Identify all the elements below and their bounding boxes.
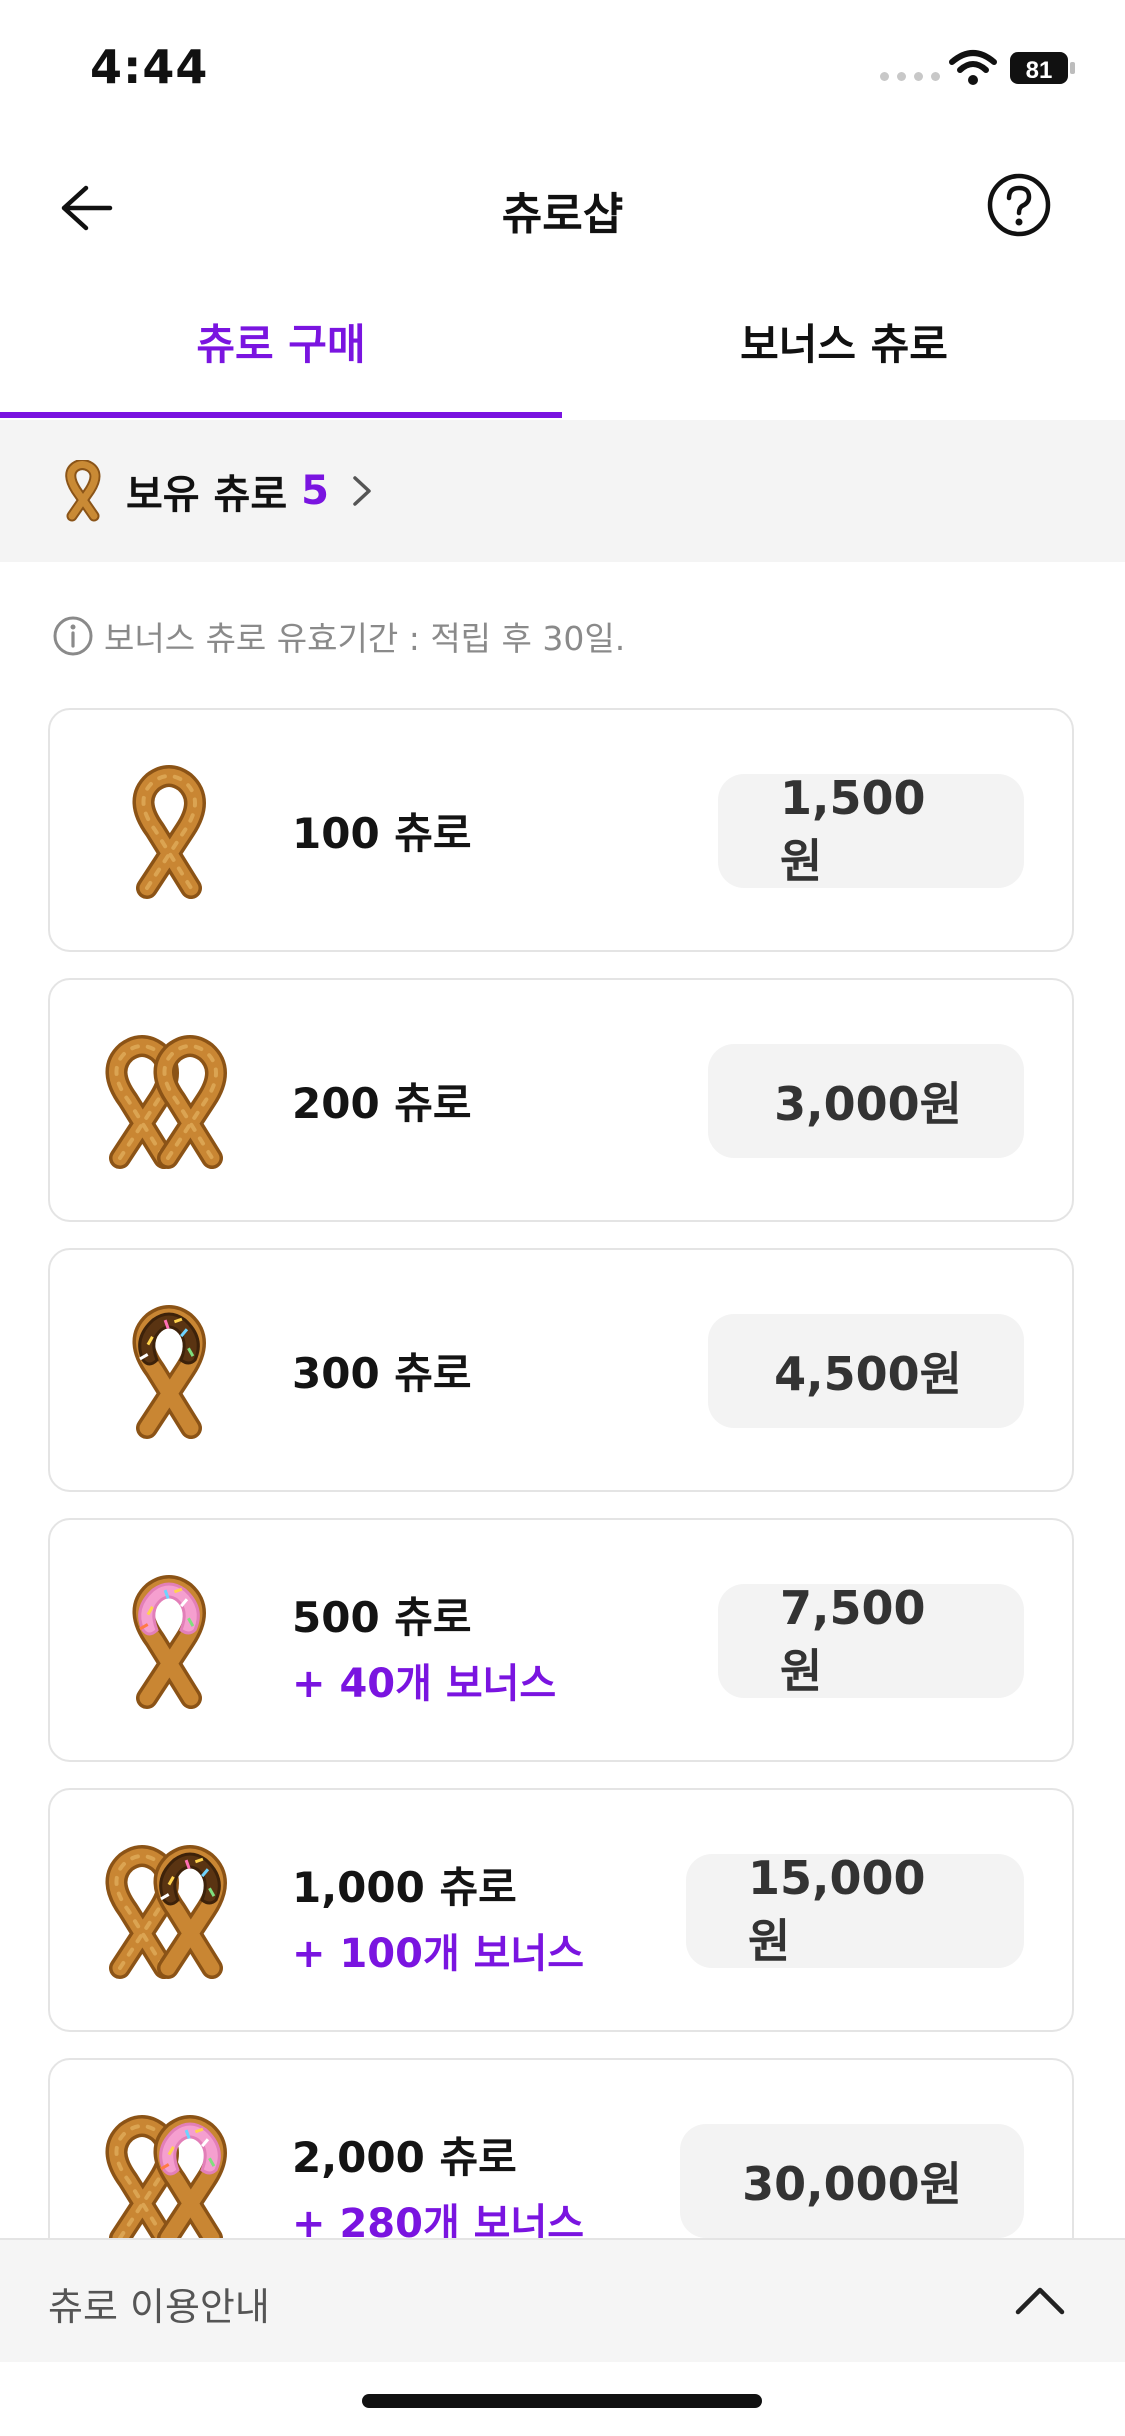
help-button[interactable] xyxy=(984,170,1054,240)
double-plain-churro-icon xyxy=(94,1028,244,1176)
product-card-500[interactable]: 500 츄로 + 40개 보너스 7,500원 xyxy=(48,1518,1074,1762)
status-bar: 4:44 81 xyxy=(0,0,1125,140)
price-button[interactable]: 4,500원 xyxy=(708,1314,1024,1428)
question-circle-icon xyxy=(987,173,1051,237)
product-card-1000[interactable]: 1,000 츄로 + 100개 보너스 15,000원 xyxy=(48,1788,1074,2032)
usage-guide-panel[interactable]: 츄로 이용안내 xyxy=(0,2238,1125,2364)
balance-link[interactable]: 보유 츄로 5 xyxy=(58,460,375,522)
battery-icon: 81 xyxy=(1010,52,1075,84)
product-amount: 1,000 츄로 xyxy=(292,1863,517,1912)
status-time: 4:44 xyxy=(90,40,209,94)
tab-purchase[interactable]: 츄로 구매 xyxy=(0,290,562,416)
page-title: 츄로샵 xyxy=(501,189,624,240)
product-card-100[interactable]: 100 츄로 1,500원 xyxy=(48,708,1074,952)
wifi-icon xyxy=(949,50,997,85)
balance-bar: 보유 츄로 5 xyxy=(0,420,1125,562)
price-button[interactable]: 1,500원 xyxy=(718,771,1024,888)
nav-bar: 츄로샵 xyxy=(0,140,1125,270)
strawberry-churro-icon xyxy=(94,1568,244,1716)
product-amount: 500 츄로 xyxy=(292,1593,472,1642)
product-amount: 100 츄로 xyxy=(292,809,472,858)
product-amount: 300 츄로 xyxy=(292,1349,472,1398)
plain-and-strawberry-churro-icon xyxy=(94,2108,244,2256)
product-card-300[interactable]: 300 츄로 4,500원 xyxy=(48,1248,1074,1492)
churro-icon xyxy=(65,460,101,522)
chocolate-churro-icon xyxy=(94,1298,244,1446)
bonus-notice: 보너스 츄로 유효기간 : 적립 후 30일. xyxy=(52,612,625,660)
product-amount: 200 츄로 xyxy=(292,1079,472,1128)
plain-churro-icon xyxy=(94,758,244,906)
chevron-right-icon xyxy=(353,476,371,506)
price-button[interactable]: 15,000원 xyxy=(686,1851,1024,1968)
cellular-signal-icon xyxy=(880,72,940,81)
battery-level: 81 xyxy=(1026,57,1053,84)
chevron-up-icon[interactable] xyxy=(1012,2278,1068,2324)
product-card-200[interactable]: 200 츄로 3,000원 xyxy=(48,978,1074,1222)
price-button[interactable]: 30,000원 xyxy=(680,2124,1024,2238)
balance-label: 보유 츄로 xyxy=(126,472,288,518)
tab-bar: 츄로 구매 보너스 츄로 xyxy=(0,290,1125,420)
notice-text: 보너스 츄로 유효기간 : 적립 후 30일. xyxy=(104,619,626,658)
product-amount: 2,000 츄로 xyxy=(292,2133,517,2182)
usage-guide-label: 츄로 이용안내 xyxy=(48,2285,270,2329)
info-icon xyxy=(53,616,93,656)
tab-indicator xyxy=(0,412,562,418)
tab-bonus[interactable]: 보너스 츄로 xyxy=(563,290,1125,416)
price-button[interactable]: 3,000원 xyxy=(708,1044,1024,1158)
plain-and-chocolate-churro-icon xyxy=(94,1838,244,1986)
balance-value: 5 xyxy=(301,468,329,514)
product-bonus: + 100개 보너스 xyxy=(292,1931,585,1977)
product-bonus: + 40개 보너스 xyxy=(292,1661,557,1707)
home-indicator[interactable] xyxy=(362,2394,762,2408)
price-button[interactable]: 7,500원 xyxy=(718,1581,1024,1698)
